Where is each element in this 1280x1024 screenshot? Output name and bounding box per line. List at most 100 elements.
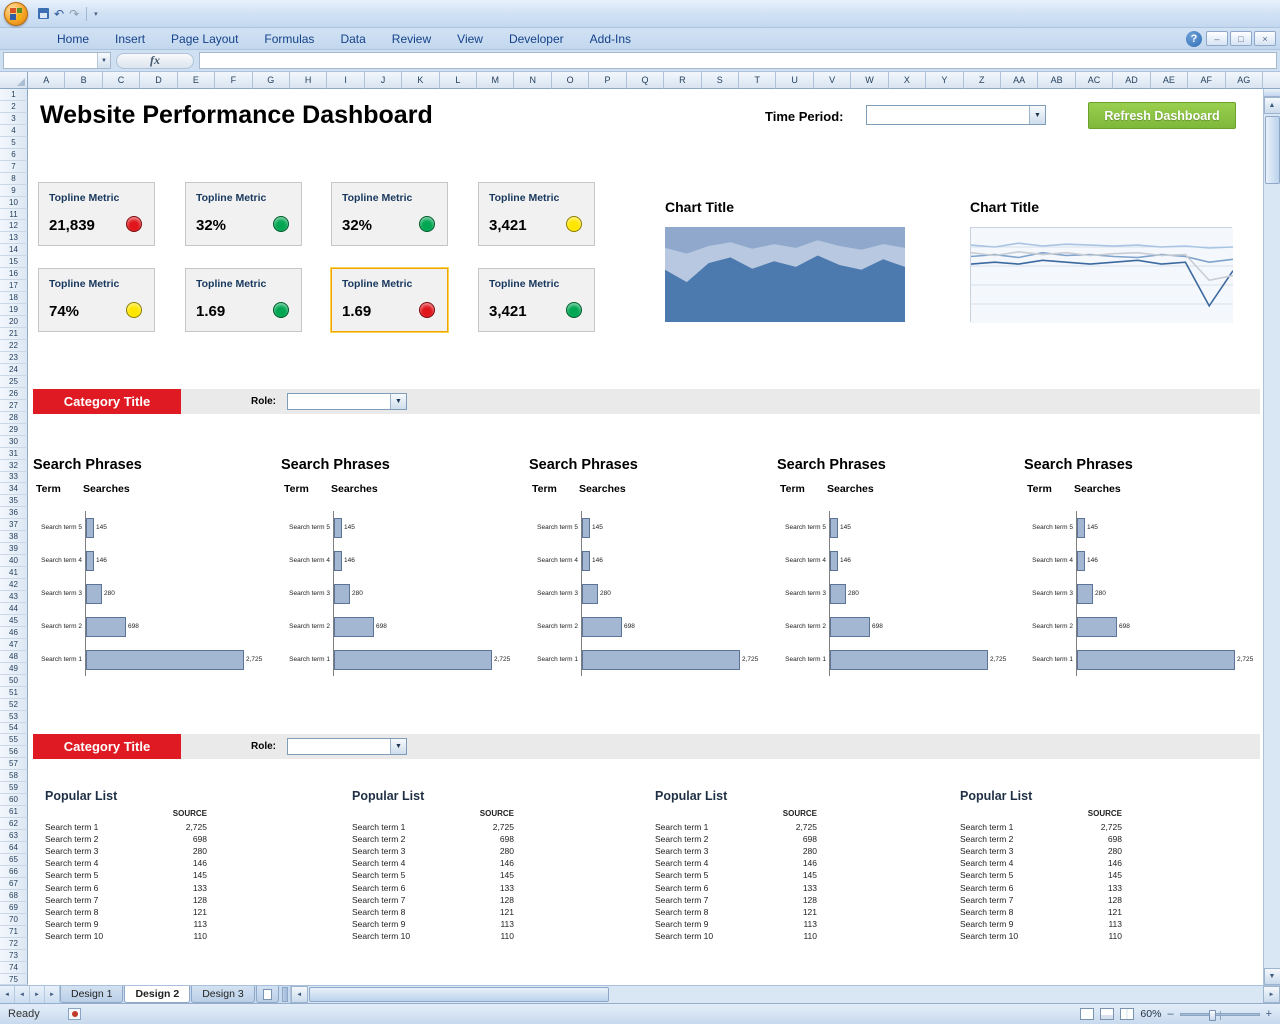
- row-header-25[interactable]: 25: [0, 376, 28, 388]
- row-header-17[interactable]: 17: [0, 280, 28, 292]
- select-all-corner[interactable]: [0, 72, 28, 89]
- metric-card[interactable]: Topline Metric21,839: [38, 182, 155, 246]
- row-header-67[interactable]: 67: [0, 878, 28, 890]
- column-header-D[interactable]: D: [140, 72, 177, 89]
- metric-card[interactable]: Topline Metric32%: [185, 182, 302, 246]
- refresh-dashboard-button[interactable]: Refresh Dashboard: [1088, 102, 1236, 129]
- sheet-tab-design-3[interactable]: Design 3: [191, 986, 254, 1003]
- row-header-32[interactable]: 32: [0, 460, 28, 472]
- row-header-69[interactable]: 69: [0, 902, 28, 914]
- row-header-52[interactable]: 52: [0, 699, 28, 711]
- row-header-29[interactable]: 29: [0, 424, 28, 436]
- metric-card[interactable]: Topline Metric74%: [38, 268, 155, 332]
- row-header-12[interactable]: 12: [0, 220, 28, 232]
- line-chart[interactable]: [970, 227, 1232, 322]
- bar[interactable]: [334, 518, 342, 538]
- row-header-14[interactable]: 14: [0, 244, 28, 256]
- bar[interactable]: [334, 551, 342, 571]
- row-header-72[interactable]: 72: [0, 938, 28, 950]
- column-header-AC[interactable]: AC: [1076, 72, 1113, 89]
- tab-scrollbar-splitter[interactable]: [282, 987, 288, 1002]
- row-header-11[interactable]: 11: [0, 209, 28, 221]
- page-break-view-icon[interactable]: [1120, 1008, 1134, 1020]
- row-header-20[interactable]: 20: [0, 316, 28, 328]
- row-header-23[interactable]: 23: [0, 352, 28, 364]
- ribbon-tab-home[interactable]: Home: [44, 29, 102, 49]
- column-header-C[interactable]: C: [103, 72, 140, 89]
- column-header-L[interactable]: L: [440, 72, 477, 89]
- column-header-G[interactable]: G: [253, 72, 290, 89]
- row-header-5[interactable]: 5: [0, 137, 28, 149]
- ribbon-tab-developer[interactable]: Developer: [496, 29, 577, 49]
- column-header-AB[interactable]: AB: [1038, 72, 1075, 89]
- row-header-58[interactable]: 58: [0, 770, 28, 782]
- bar[interactable]: [86, 518, 94, 538]
- bar[interactable]: [86, 650, 244, 670]
- next-sheet-icon[interactable]: ►: [30, 986, 45, 1003]
- bar[interactable]: [86, 551, 94, 571]
- column-header-AG[interactable]: AG: [1226, 72, 1263, 89]
- ribbon-tab-review[interactable]: Review: [379, 29, 444, 49]
- row-header-36[interactable]: 36: [0, 507, 28, 519]
- restore-button[interactable]: □: [1230, 31, 1252, 46]
- bar[interactable]: [830, 584, 846, 604]
- time-period-dropdown[interactable]: ▼: [866, 105, 1046, 125]
- row-header-6[interactable]: 6: [0, 149, 28, 161]
- row-header-59[interactable]: 59: [0, 782, 28, 794]
- row-header-53[interactable]: 53: [0, 711, 28, 723]
- row-header-34[interactable]: 34: [0, 483, 28, 495]
- row-header-35[interactable]: 35: [0, 495, 28, 507]
- column-header-W[interactable]: W: [851, 72, 888, 89]
- area-chart[interactable]: [665, 227, 905, 322]
- scroll-up-icon[interactable]: ▲: [1264, 97, 1280, 114]
- ribbon-tab-data[interactable]: Data: [327, 29, 378, 49]
- horizontal-scroll-thumb[interactable]: [309, 987, 609, 1002]
- row-header-38[interactable]: 38: [0, 531, 28, 543]
- close-button[interactable]: ×: [1254, 31, 1276, 46]
- column-header-N[interactable]: N: [514, 72, 551, 89]
- zoom-slider[interactable]: [1180, 1013, 1260, 1016]
- office-button[interactable]: [4, 2, 28, 26]
- row-header-7[interactable]: 7: [0, 161, 28, 173]
- bar[interactable]: [830, 551, 838, 571]
- bar[interactable]: [86, 584, 102, 604]
- column-header-P[interactable]: P: [589, 72, 626, 89]
- row-header-16[interactable]: 16: [0, 268, 28, 280]
- row-header-57[interactable]: 57: [0, 758, 28, 770]
- row-header-61[interactable]: 61: [0, 806, 28, 818]
- metric-card[interactable]: Topline Metric3,421: [478, 182, 595, 246]
- row-header-26[interactable]: 26: [0, 388, 28, 400]
- row-header-27[interactable]: 27: [0, 400, 28, 412]
- column-header-H[interactable]: H: [290, 72, 327, 89]
- row-header-24[interactable]: 24: [0, 364, 28, 376]
- bar[interactable]: [1077, 584, 1093, 604]
- insert-function-button[interactable]: fx: [116, 53, 194, 69]
- row-header-28[interactable]: 28: [0, 412, 28, 424]
- ribbon-tab-add-ins[interactable]: Add-Ins: [577, 29, 644, 49]
- bar[interactable]: [582, 617, 622, 637]
- dropdown-arrow-icon[interactable]: ▼: [390, 394, 406, 409]
- first-sheet-icon[interactable]: ◄: [0, 986, 15, 1003]
- vertical-scroll-thumb[interactable]: [1265, 116, 1280, 184]
- row-header-18[interactable]: 18: [0, 292, 28, 304]
- column-header-AE[interactable]: AE: [1151, 72, 1188, 89]
- last-sheet-icon[interactable]: ►: [45, 986, 60, 1003]
- column-header-B[interactable]: B: [65, 72, 102, 89]
- row-header-70[interactable]: 70: [0, 914, 28, 926]
- row-header-22[interactable]: 22: [0, 340, 28, 352]
- ribbon-tab-page-layout[interactable]: Page Layout: [158, 29, 251, 49]
- column-header-Z[interactable]: Z: [964, 72, 1001, 89]
- zoom-level[interactable]: 60%: [1140, 1008, 1161, 1020]
- help-icon[interactable]: ?: [1186, 31, 1202, 47]
- normal-view-icon[interactable]: [1080, 1008, 1094, 1020]
- row-header-9[interactable]: 9: [0, 185, 28, 197]
- column-header-E[interactable]: E: [178, 72, 215, 89]
- bar[interactable]: [1077, 650, 1235, 670]
- row-header-50[interactable]: 50: [0, 675, 28, 687]
- metric-card[interactable]: Topline Metric1.69: [331, 268, 448, 332]
- metric-card[interactable]: Topline Metric32%: [331, 182, 448, 246]
- bar[interactable]: [830, 650, 988, 670]
- row-header-13[interactable]: 13: [0, 232, 28, 244]
- row-header-45[interactable]: 45: [0, 615, 28, 627]
- row-header-74[interactable]: 74: [0, 962, 28, 974]
